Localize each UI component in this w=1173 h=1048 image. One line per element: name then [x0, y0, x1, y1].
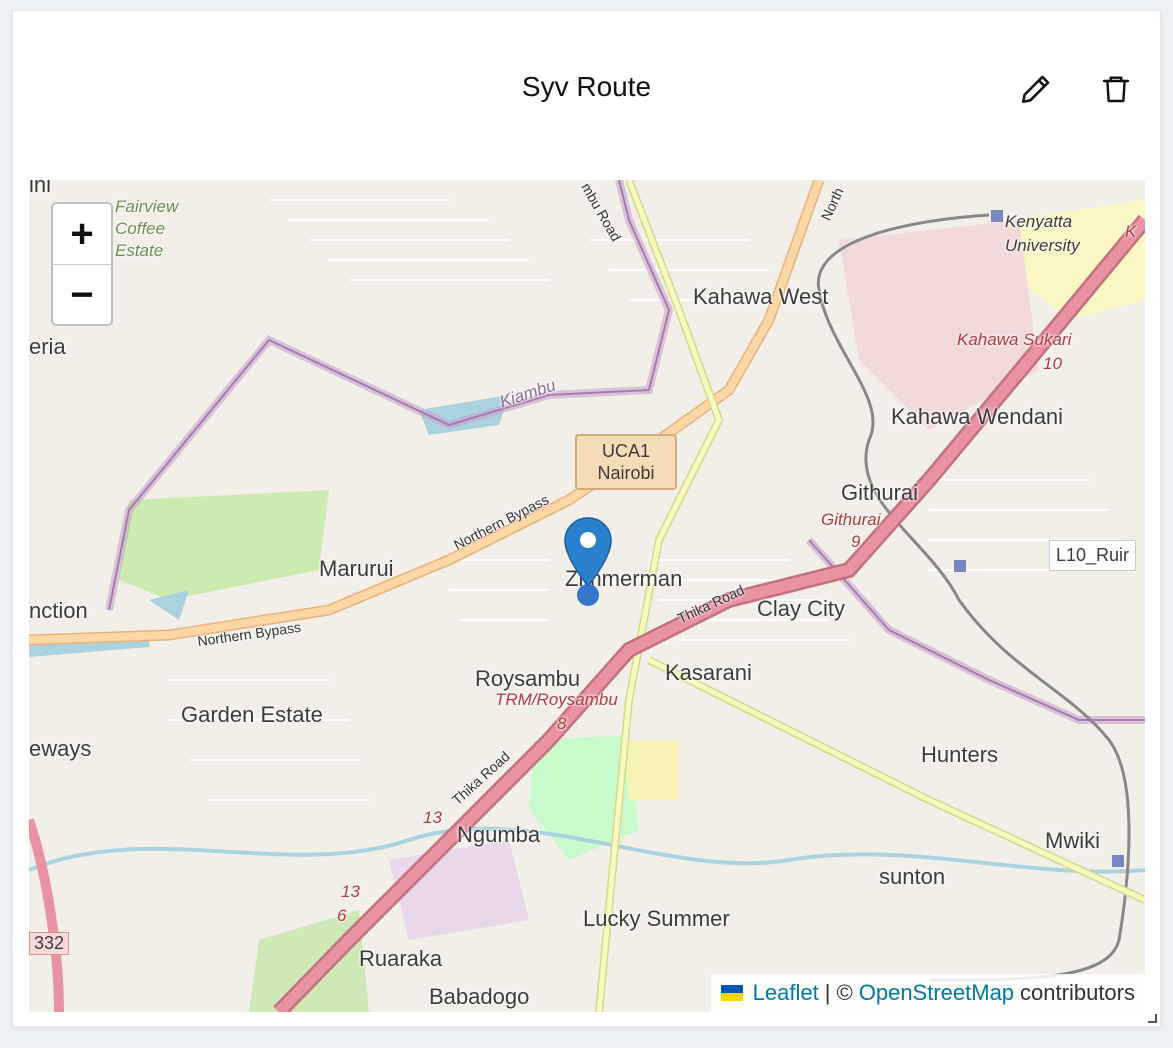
- map-label-kasarani: Kasarani: [665, 660, 752, 685]
- route-card: Syv Route ini Fairview Coffee Estate Ken…: [12, 10, 1161, 1027]
- edit-button[interactable]: [1016, 69, 1056, 109]
- ukraine-flag-icon: [720, 985, 743, 1001]
- zoom-control: + −: [51, 202, 113, 326]
- map-label-eria: eria: [29, 334, 66, 359]
- road-shield: UCA1 Nairobi: [575, 434, 677, 490]
- pencil-icon: [1021, 75, 1050, 104]
- map-label-fairview: Fairview Coffee Estate: [115, 197, 179, 260]
- map-label-nction: nction: [29, 598, 88, 623]
- osm-link[interactable]: OpenStreetMap: [859, 980, 1014, 1006]
- leaflet-link[interactable]: Leaflet: [753, 980, 819, 1006]
- map-label-roysambu: Roysambu: [475, 666, 581, 691]
- map-label-trm: TRM/Roysambu: [495, 690, 618, 709]
- map-label-kahawa-sukari: Kahawa Sukari: [957, 330, 1072, 349]
- map-label-ruaraka: Ruaraka: [359, 946, 443, 971]
- map-label-trm-num: 8: [557, 714, 567, 733]
- map-label-sunton: sunton: [879, 864, 946, 889]
- trash-icon: [1102, 76, 1130, 103]
- map-label-k: K: [1125, 222, 1137, 241]
- delete-button[interactable]: [1096, 69, 1136, 109]
- map-label-lucky-summer: Lucky Summer: [583, 906, 730, 931]
- map-label-ngumba: Ngumba: [457, 822, 541, 847]
- map-label-clay-city: Clay City: [757, 596, 846, 621]
- map-label-hunters: Hunters: [921, 742, 999, 767]
- map-label-marurui: Marurui: [319, 556, 394, 581]
- map-label-babadogo: Babadogo: [429, 984, 530, 1009]
- road-shield-line2: Nairobi: [597, 463, 655, 483]
- map-label-332: 332: [29, 932, 70, 955]
- road-shield-line1: UCA1: [601, 441, 650, 461]
- map-label-githurai-station: Githurai: [821, 510, 881, 529]
- map-label-l10: L10_Ruir: [1049, 540, 1137, 571]
- map-label-garden-estate: Garden Estate: [181, 702, 323, 727]
- map-label-13a: 13: [423, 808, 442, 827]
- map-label-mwiki: Mwiki: [1045, 828, 1100, 853]
- map-label-6: 6: [337, 906, 347, 925]
- map-label-githurai: Githurai: [841, 480, 919, 505]
- resize-handle-icon[interactable]: [1147, 1013, 1157, 1023]
- map-label-eways: eways: [29, 736, 92, 761]
- map-label-kahawa-wendani: Kahawa Wendani: [891, 404, 1064, 429]
- zoom-in-button[interactable]: +: [53, 204, 111, 265]
- route-map[interactable]: ini Fairview Coffee Estate Kenyatta Univ…: [29, 180, 1145, 1012]
- map-label-13b: 13: [341, 882, 360, 901]
- map-label-kahawa-sukari-num: 10: [1043, 354, 1062, 373]
- map-label-kenyatta: Kenyatta University: [1005, 212, 1080, 255]
- zoom-out-button[interactable]: −: [53, 265, 111, 324]
- map-label-kahawa-west: Kahawa West: [693, 284, 829, 309]
- map-label-githurai-num: 9: [851, 532, 861, 551]
- route-title: Syv Route: [521, 71, 652, 102]
- attribution-separator: | ©: [824, 980, 853, 1005]
- map-attribution: Leaflet | © OpenStreetMap contributors: [710, 974, 1145, 1012]
- map-pin-icon[interactable]: [563, 516, 613, 606]
- map-label-ini: ini: [29, 180, 52, 197]
- attribution-contributors: contributors: [1020, 980, 1135, 1005]
